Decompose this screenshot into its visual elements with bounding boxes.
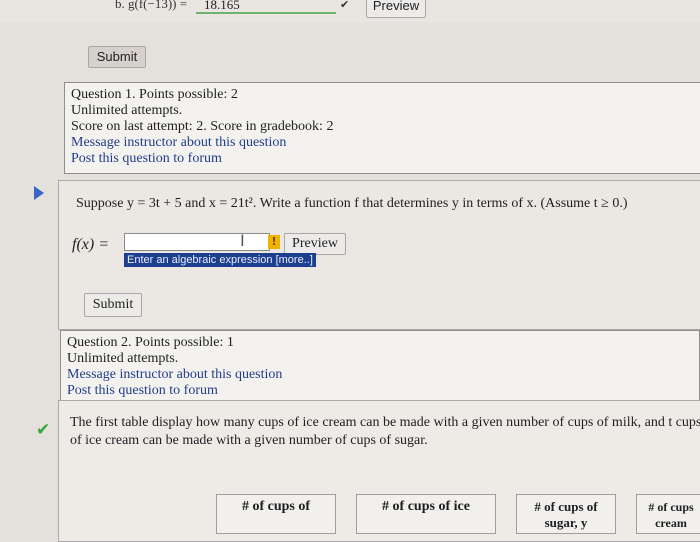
completed-check-icon: ✔ [36,420,51,440]
q2-attempts-line: Unlimited attempts. [67,351,179,366]
function-label: f(x) = [72,236,109,253]
table-header-cell: # of cups of ice [356,494,496,534]
q2-points-line: Question 2. Points possible: 1 [67,335,234,350]
previous-question-strip [0,0,700,22]
correct-check-icon: ✔ [340,0,350,11]
table-header-cell: # of cups cream [636,494,700,534]
post-to-forum-link-q1[interactable]: Post this question to forum [71,151,222,166]
submit-button-q2[interactable]: Submit [84,293,142,317]
q1-attempts-line: Unlimited attempts. [71,103,183,118]
previous-answer-value: 18.165 [204,0,240,12]
preview-button[interactable]: Preview [284,233,346,255]
q1-points-line: Question 1. Points possible: 2 [71,87,238,102]
q1-score-line: Score on last attempt: 2. Score in grade… [71,119,334,134]
message-instructor-link-q1[interactable]: Message instructor about this question [71,135,286,150]
answer-input[interactable] [124,233,270,251]
question2-info-box: Question 2. Points possible: 1 Unlimited… [60,330,700,404]
text-cursor-icon: I [240,231,245,250]
previous-answer-prefix: b. g(f(−13)) = [115,0,188,11]
question2-problem-text: Suppose y = 3t + 5 and x = 21t². Write a… [76,196,628,211]
message-instructor-link-q2[interactable]: Message instructor about this question [67,367,282,382]
submit-button-q1[interactable]: Submit [88,46,146,68]
warning-icon: ! [268,235,280,249]
question1-info-box: Question 1. Points possible: 2 Unlimited… [64,82,700,174]
previous-answer-field[interactable]: 18.165 [196,0,336,14]
question3-text: The first table display how many cups of… [70,415,700,448]
input-hint-tooltip[interactable]: Enter an algebraic expression [more..] [124,253,316,267]
table-header-cell: # of cups of sugar, y [516,494,616,534]
preview-button-top[interactable]: Preview [366,0,426,18]
table-header-cell: # of cups of [216,494,336,534]
previous-answer-text: b. g(f(−13)) = [115,0,187,12]
current-question-arrow-icon [34,186,44,200]
post-to-forum-link-q2[interactable]: Post this question to forum [67,383,218,398]
